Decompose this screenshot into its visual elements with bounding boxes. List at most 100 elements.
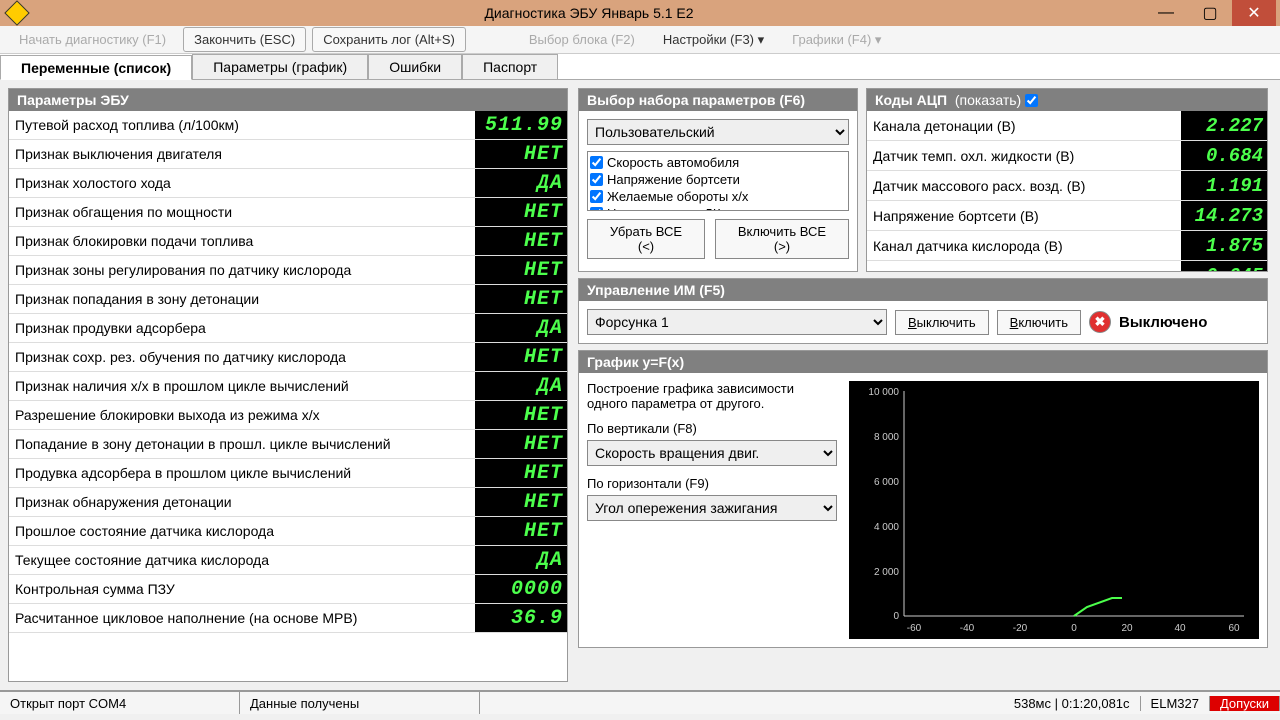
status-port: Открыт порт COM4 [0, 692, 240, 714]
graphics-menu: Графики (F4) ▾ [781, 27, 892, 53]
param-label: Текущее состояние датчика кислорода [9, 552, 475, 568]
checklist-item[interactable]: Напряжение на ДК [590, 205, 846, 211]
close-button[interactable]: ✕ [1232, 0, 1276, 26]
adc-label: Напряжение бортсети (В) [867, 208, 1181, 224]
im-status: Выключено [1119, 314, 1207, 331]
tab-parameters[interactable]: Параметры (график) [192, 54, 368, 79]
param-row[interactable]: Признак зоны регулирования по датчику ки… [9, 256, 567, 285]
param-row[interactable]: Признак попадания в зону детонацииНЕТ [9, 285, 567, 314]
im-select[interactable]: Форсунка 1 [587, 309, 887, 335]
param-row[interactable]: Признак продувки адсорбераДА [9, 314, 567, 343]
im-on-button[interactable]: Включить [997, 310, 1081, 335]
adc-label: Канал датчика кислорода (В) [867, 238, 1181, 254]
checklist-item[interactable]: Скорость автомобиля [590, 154, 846, 171]
param-value: НЕТ [475, 227, 567, 255]
param-row[interactable]: Признак обнаружения детонацииНЕТ [9, 488, 567, 517]
param-value: НЕТ [475, 198, 567, 226]
checklist-checkbox[interactable] [590, 173, 603, 186]
param-row[interactable]: Путевой расход топлива (л/100км)511.99 [9, 111, 567, 140]
param-row[interactable]: Продувка адсорбера в прошлом цикле вычис… [9, 459, 567, 488]
im-control-panel: Управление ИМ (F5) Форсунка 1 Выключить … [578, 278, 1268, 344]
tab-variables[interactable]: Переменные (список) [0, 55, 192, 80]
horizontal-axis-select[interactable]: Угол опережения зажигания [587, 495, 837, 521]
tab-passport[interactable]: Паспорт [462, 54, 558, 79]
titlebar: Диагностика ЭБУ Январь 5.1 E2 — ▢ ✕ [0, 0, 1280, 26]
param-label: Признак выключения двигателя [9, 146, 475, 162]
param-row[interactable]: Прошлое состояние датчика кислородаНЕТ [9, 517, 567, 546]
param-value: НЕТ [475, 459, 567, 487]
ecu-parameters-list[interactable]: Путевой расход топлива (л/100км)511.99Пр… [9, 111, 567, 681]
param-label: Продувка адсорбера в прошлом цикле вычис… [9, 465, 475, 481]
svg-text:-20: -20 [1013, 623, 1028, 634]
param-row[interactable]: Признак выключения двигателяНЕТ [9, 140, 567, 169]
svg-text:40: 40 [1174, 623, 1186, 634]
checklist-checkbox[interactable] [590, 190, 603, 203]
im-off-button[interactable]: Выключить [895, 310, 989, 335]
adc-row[interactable]: Канала детонации (В)2.227 [867, 111, 1267, 141]
param-label: Признак обнаружения детонации [9, 494, 475, 510]
vertical-axis-select[interactable]: Скорость вращения двиг. [587, 440, 837, 466]
settings-menu[interactable]: Настройки (F3) ▾ [652, 27, 775, 53]
param-label: Признак попадания в зону детонации [9, 291, 475, 307]
param-value: ДА [475, 546, 567, 574]
adc-codes-header: Коды АЦП (показать) [867, 89, 1267, 111]
svg-text:4 000: 4 000 [874, 522, 899, 533]
param-row[interactable]: Признак холостого ходаДА [9, 169, 567, 198]
maximize-button[interactable]: ▢ [1188, 0, 1232, 26]
adc-codes-list[interactable]: Канала детонации (В)2.227Датчик темп. ох… [867, 111, 1267, 271]
vertical-axis-label: По вертикали (F8) [587, 421, 837, 436]
horizontal-axis-label: По горизонтали (F9) [587, 476, 837, 491]
param-row[interactable]: Расчитанное цикловое наполнение (на осно… [9, 604, 567, 633]
graph-description: Построение графика зависимости одного па… [587, 381, 837, 411]
adc-value: 1.191 [1181, 171, 1267, 200]
param-value: НЕТ [475, 343, 567, 371]
status-tolerances[interactable]: Допуски [1210, 696, 1280, 711]
parameter-set-header: Выбор набора параметров (F6) [579, 89, 857, 111]
remove-all-button[interactable]: Убрать ВСЕ (<) [587, 219, 705, 259]
param-row[interactable]: Текущее состояние датчика кислородаДА [9, 546, 567, 575]
param-label: Признак блокировки подачи топлива [9, 233, 475, 249]
checklist-checkbox[interactable] [590, 156, 603, 169]
param-value: НЕТ [475, 140, 567, 168]
adc-codes-panel: Коды АЦП (показать) Канала детонации (В)… [866, 88, 1268, 272]
param-value: НЕТ [475, 488, 567, 516]
tab-errors[interactable]: Ошибки [368, 54, 462, 79]
tab-bar: Переменные (список) Параметры (график) О… [0, 54, 1280, 80]
adc-row[interactable]: Датчик массового расх. возд. (В)1.191 [867, 171, 1267, 201]
checklist-item[interactable]: Желаемые обороты х/х [590, 188, 846, 205]
param-label: Признак продувки адсорбера [9, 320, 475, 336]
adc-show-checkbox[interactable] [1025, 94, 1038, 107]
checklist-item[interactable]: Напряжение бортсети [590, 171, 846, 188]
svg-text:6 000: 6 000 [874, 477, 899, 488]
parameter-checklist[interactable]: Скорость автомобиля Напряжение бортсети … [587, 151, 849, 211]
adc-row[interactable]: Напряжение бортсети (В)14.273 [867, 201, 1267, 231]
checklist-checkbox[interactable] [590, 207, 603, 211]
adc-label: Датчик положения дросселя (В) [867, 268, 1181, 272]
svg-text:60: 60 [1228, 623, 1240, 634]
stop-icon[interactable]: ✖ [1089, 311, 1111, 333]
param-row[interactable]: Признак обгащения по мощностиНЕТ [9, 198, 567, 227]
parameter-set-select[interactable]: Пользовательский [587, 119, 849, 145]
param-label: Попадание в зону детонации в прошл. цикл… [9, 436, 475, 452]
start-diagnostics-button: Начать диагностику (F1) [8, 27, 177, 52]
param-row[interactable]: Признак блокировки подачи топливаНЕТ [9, 227, 567, 256]
select-block-button: Выбор блока (F2) [518, 27, 646, 52]
param-row[interactable]: Признак наличия х/х в прошлом цикле вычи… [9, 372, 567, 401]
svg-text:10 000: 10 000 [868, 387, 899, 398]
adc-row[interactable]: Датчик темп. охл. жидкости (В)0.684 [867, 141, 1267, 171]
ecu-parameters-header: Параметры ЭБУ [9, 89, 567, 111]
param-label: Признак холостого хода [9, 175, 475, 191]
status-bar: Открыт порт COM4 Данные получены 538мс |… [0, 690, 1280, 714]
save-log-button[interactable]: Сохранить лог (Alt+S) [312, 27, 466, 52]
adc-row[interactable]: Датчик положения дросселя (В)0.645 [867, 261, 1267, 271]
include-all-button[interactable]: Включить ВСЕ (>) [715, 219, 849, 259]
finish-button[interactable]: Закончить (ESC) [183, 27, 306, 52]
svg-text:0: 0 [1071, 623, 1077, 634]
param-row[interactable]: Разрешение блокировки выхода из режима х… [9, 401, 567, 430]
minimize-button[interactable]: — [1144, 0, 1188, 26]
param-row[interactable]: Попадание в зону детонации в прошл. цикл… [9, 430, 567, 459]
adc-row[interactable]: Канал датчика кислорода (В)1.875 [867, 231, 1267, 261]
param-row[interactable]: Контрольная сумма ПЗУ0000 [9, 575, 567, 604]
status-adapter: ELM327 [1141, 696, 1210, 711]
param-row[interactable]: Признак сохр. рез. обучения по датчику к… [9, 343, 567, 372]
